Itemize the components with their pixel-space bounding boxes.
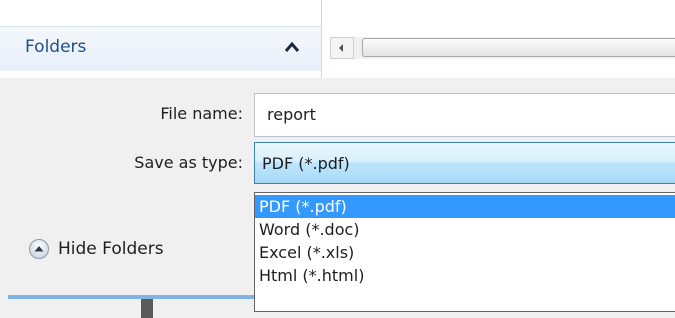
bottom-edge [0, 295, 254, 318]
option-word[interactable]: Word (*.doc) [255, 218, 675, 241]
file-name-label: File name: [160, 104, 243, 123]
folders-header[interactable]: Folders [0, 26, 322, 71]
bottom-accent-line [8, 295, 254, 299]
file-name-input[interactable]: report [254, 93, 675, 137]
save-as-type-label: Save as type: [134, 153, 243, 172]
hide-folders-label: Hide Folders [58, 239, 164, 259]
save-as-type-dropdown: PDF (*.pdf) Word (*.doc) Excel (*.xls) H… [254, 192, 675, 312]
option-html[interactable]: Html (*.html) [255, 264, 675, 287]
scrollbar-thumb[interactable] [362, 38, 675, 57]
folders-label: Folders [25, 37, 87, 57]
option-pdf[interactable]: PDF (*.pdf) [255, 195, 675, 218]
horizontal-scrollbar[interactable] [330, 37, 675, 59]
resize-grip[interactable] [141, 299, 153, 318]
pane-divider[interactable] [321, 0, 322, 78]
scroll-left-arrow-icon[interactable] [330, 37, 354, 59]
collapse-up-icon [29, 239, 49, 259]
save-as-type-select[interactable]: PDF (*.pdf) [254, 142, 675, 184]
option-excel[interactable]: Excel (*.xls) [255, 241, 675, 264]
navigation-area: Folders [0, 0, 675, 78]
chevron-up-icon[interactable] [284, 41, 300, 53]
